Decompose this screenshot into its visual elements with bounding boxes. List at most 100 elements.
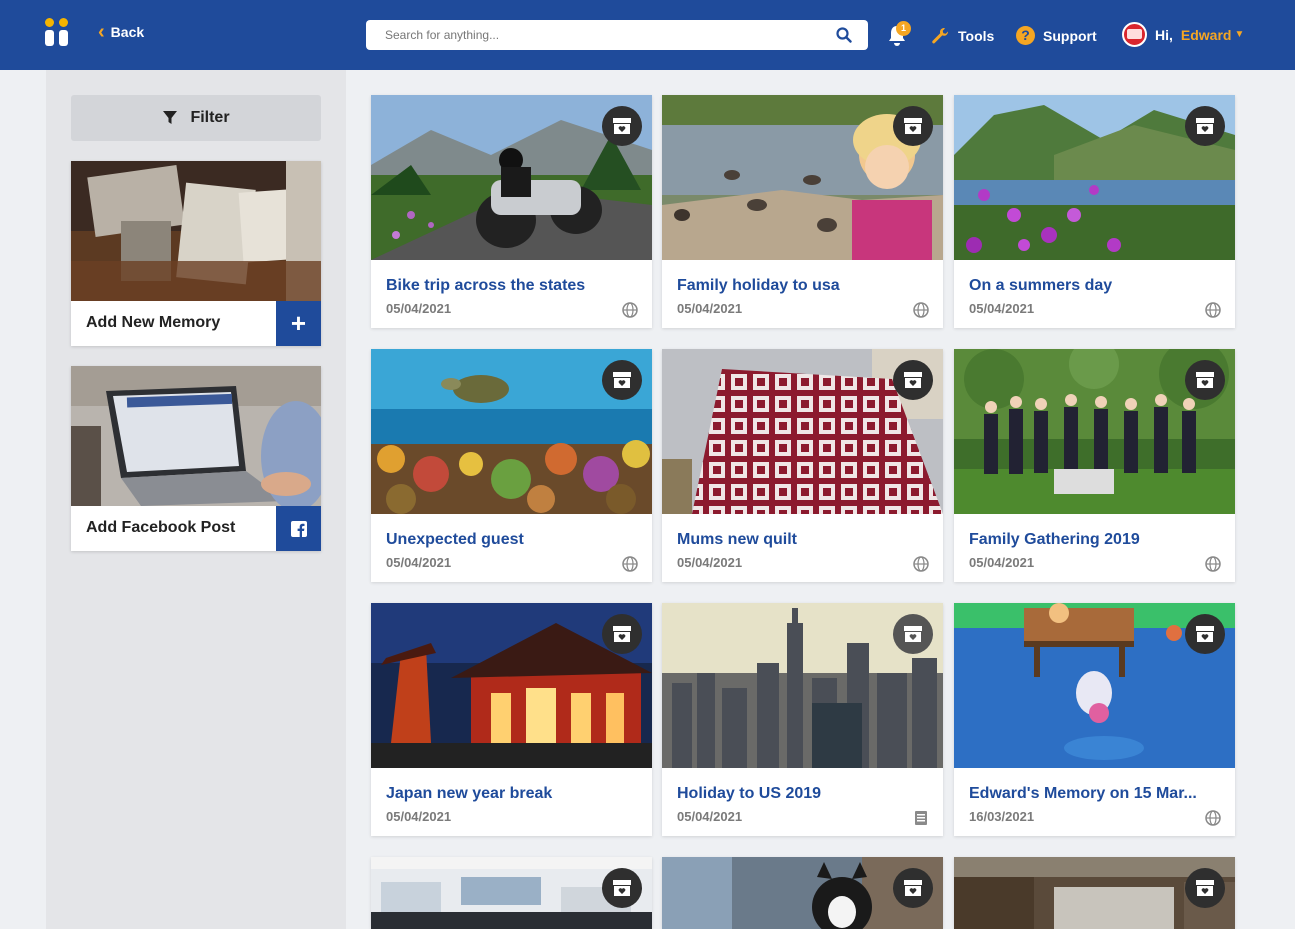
memory-date: 05/04/2021: [677, 555, 743, 570]
user-name: Edward: [1180, 26, 1232, 43]
memory-title: Holiday to US 2019: [677, 785, 822, 802]
memory-date: 05/04/2021: [969, 301, 1035, 316]
notification-badge: 1: [896, 21, 911, 36]
archive-button[interactable]: [1185, 106, 1225, 146]
back-button[interactable]: ‹ Back: [98, 22, 145, 42]
memory-photo: [371, 95, 652, 260]
notifications-button[interactable]: 1: [884, 21, 911, 48]
memory-photo: [954, 95, 1235, 260]
memory-card[interactable]: [954, 857, 1235, 929]
add-memory-button[interactable]: +: [276, 301, 321, 346]
memory-card[interactable]: Edward's Memory on 15 Mar... 16/03/2021: [954, 603, 1235, 836]
memory-photo: [662, 603, 943, 768]
archive-heart-icon: [1196, 880, 1214, 896]
archive-heart-icon: [904, 118, 922, 134]
laptop-image: [71, 366, 321, 506]
archive-heart-icon: [613, 372, 631, 388]
memory-photo: [662, 95, 943, 260]
add-facebook-button[interactable]: [276, 506, 321, 551]
memory-date: 05/04/2021: [386, 809, 452, 824]
support-link[interactable]: ? Support: [1016, 26, 1097, 45]
archive-button[interactable]: [893, 106, 933, 146]
plus-icon: +: [290, 308, 307, 338]
memory-date: 05/04/2021: [677, 809, 743, 824]
tools-link[interactable]: Tools: [930, 26, 994, 46]
memory-photo: [371, 603, 652, 768]
add-new-memory-card[interactable]: Add New Memory +: [71, 161, 321, 346]
memory-photo: [954, 857, 1235, 929]
archive-button[interactable]: [893, 614, 933, 654]
memory-card[interactable]: Mums new quilt 05/04/2021: [662, 349, 943, 582]
memory-title: On a summers day: [969, 277, 1113, 294]
archive-heart-icon: [613, 626, 631, 642]
memory-card[interactable]: Bike trip across the states 05/04/2021: [371, 95, 652, 328]
memory-title: Mums new quilt: [677, 531, 797, 548]
memory-card[interactable]: Japan new year break 05/04/2021: [371, 603, 652, 836]
archive-button[interactable]: [602, 614, 642, 654]
memory-title: Unexpected guest: [386, 531, 524, 548]
help-icon: ?: [1016, 26, 1035, 45]
memory-card[interactable]: On a summers day 05/04/2021: [954, 95, 1235, 328]
globe-icon: [1205, 556, 1221, 572]
memory-date: 05/04/2021: [386, 301, 452, 316]
user-menu[interactable]: Hi, Edward ▼: [1122, 22, 1244, 47]
add-facebook-post-card[interactable]: Add Facebook Post: [71, 366, 321, 551]
archive-button[interactable]: [602, 106, 642, 146]
filter-button[interactable]: Filter: [71, 95, 321, 141]
add-facebook-post-label: Add Facebook Post: [86, 519, 236, 536]
globe-icon: [913, 556, 929, 572]
memory-card[interactable]: [662, 857, 943, 929]
memory-date: 05/04/2021: [969, 555, 1035, 570]
filter-icon: [163, 111, 178, 124]
memory-card[interactable]: [371, 857, 652, 929]
memory-card[interactable]: Family Gathering 2019 05/04/2021: [954, 349, 1235, 582]
archive-heart-icon: [904, 880, 922, 896]
archive-button[interactable]: [893, 868, 933, 908]
book-icon: [915, 811, 927, 825]
globe-icon: [622, 556, 638, 572]
memory-photo: [371, 349, 652, 514]
memory-title: Family holiday to usa: [677, 277, 840, 294]
archive-heart-icon: [1196, 372, 1214, 388]
globe-icon: [913, 302, 929, 318]
globe-icon: [1205, 810, 1221, 826]
memory-card[interactable]: Holiday to US 2019 05/04/2021: [662, 603, 943, 836]
archive-button[interactable]: [602, 360, 642, 400]
memory-card[interactable]: Family holiday to usa 05/04/2021: [662, 95, 943, 328]
archive-heart-icon: [904, 626, 922, 642]
memory-photo: [954, 349, 1235, 514]
add-new-memory-label: Add New Memory: [86, 314, 221, 331]
search-icon[interactable]: [836, 27, 852, 43]
memory-date: 05/04/2021: [386, 555, 452, 570]
archive-button[interactable]: [1185, 360, 1225, 400]
archive-heart-icon: [1196, 626, 1214, 642]
memory-title: Japan new year break: [386, 785, 553, 802]
memory-title: Edward's Memory on 15 Mar...: [969, 785, 1197, 802]
archive-heart-icon: [1196, 118, 1214, 134]
archive-heart-icon: [613, 880, 631, 896]
top-navigation-bar: ‹ Back 1 Tools ? Support Hi, Edward ▼: [0, 0, 1295, 70]
archive-heart-icon: [613, 118, 631, 134]
tools-label: Tools: [958, 28, 995, 44]
search-input[interactable]: [366, 20, 825, 50]
archive-button[interactable]: [893, 360, 933, 400]
archive-button[interactable]: [1185, 868, 1225, 908]
memory-photo: [954, 603, 1235, 768]
support-label: Support: [1043, 27, 1097, 44]
memory-date: 16/03/2021: [969, 809, 1035, 824]
globe-icon: [622, 302, 638, 318]
archive-button[interactable]: [1185, 614, 1225, 654]
back-label: Back: [110, 24, 145, 40]
memory-date: 05/04/2021: [677, 301, 743, 316]
archive-button[interactable]: [602, 868, 642, 908]
filter-label: Filter: [190, 109, 230, 126]
archive-heart-icon: [904, 372, 922, 388]
search-bar: [366, 20, 868, 50]
wrench-icon: [932, 27, 949, 44]
globe-icon: [1205, 302, 1221, 318]
memory-title: Bike trip across the states: [386, 277, 586, 294]
memory-photo: [662, 857, 943, 929]
app-logo[interactable]: [44, 18, 70, 48]
memory-photo: [662, 349, 943, 514]
memory-card[interactable]: Unexpected guest 05/04/2021: [371, 349, 652, 582]
